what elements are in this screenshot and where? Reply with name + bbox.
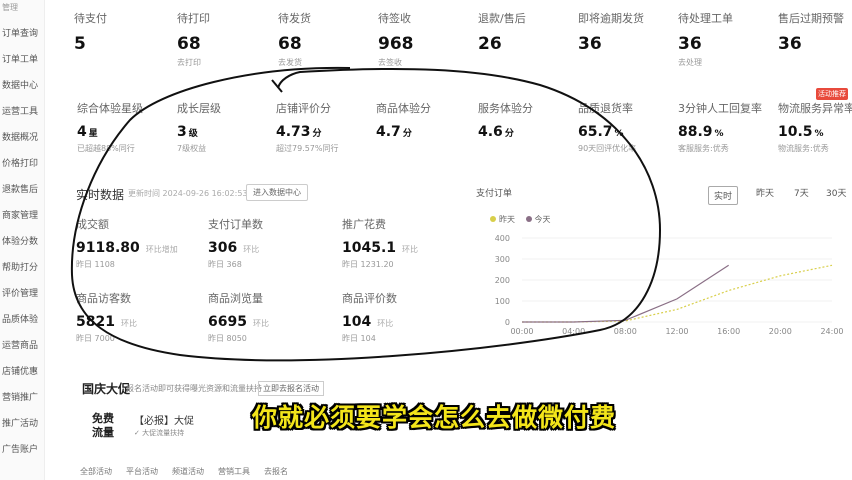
annotation-loop (70, 66, 662, 362)
subtitle-caption: 你就必须要学会怎么去做微付费 (251, 403, 616, 432)
